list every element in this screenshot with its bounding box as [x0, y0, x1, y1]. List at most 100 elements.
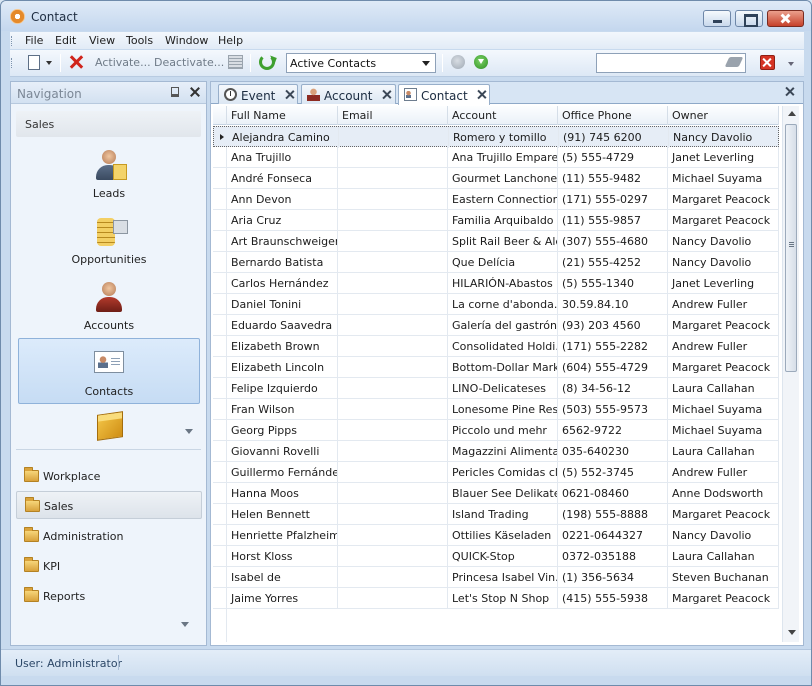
toolbar-overflow-icon[interactable]: [788, 62, 794, 66]
table-row[interactable]: Ann Devon Eastern Connection (171) 555-029…: [213, 189, 779, 210]
close-icon[interactable]: [477, 90, 486, 99]
cell-email[interactable]: [338, 336, 448, 357]
menu-file[interactable]: File: [25, 34, 43, 47]
clear-search-button[interactable]: [760, 55, 775, 70]
cell-owner[interactable]: Andrew Fuller: [668, 336, 779, 357]
cell-account[interactable]: Lonesome Pine Res...: [448, 399, 558, 420]
table-row[interactable]: Guillermo Fernández Pericles Comidas cl..…: [213, 462, 779, 483]
cell-full-name[interactable]: Hanna Moos: [227, 483, 338, 504]
cell-email[interactable]: [338, 252, 448, 273]
cell-owner[interactable]: Laura Callahan: [668, 546, 779, 567]
nav-group-kpi[interactable]: KPI: [16, 552, 202, 580]
scroll-down-icon[interactable]: [788, 630, 796, 635]
menu-edit[interactable]: Edit: [55, 34, 76, 47]
cell-full-name[interactable]: Horst Kloss: [227, 546, 338, 567]
cell-email[interactable]: [338, 210, 448, 231]
cell-office-phone[interactable]: 30.59.84.10: [558, 294, 668, 315]
chevron-down-icon[interactable]: [181, 622, 189, 630]
cell-email[interactable]: [338, 441, 448, 462]
cell-email[interactable]: [338, 504, 448, 525]
cell-account[interactable]: LINO-Delicateses: [448, 378, 558, 399]
table-row[interactable]: Elizabeth Lincoln Bottom-Dollar Mark...(6…: [213, 357, 779, 378]
cell-full-name[interactable]: Carlos Hernández: [227, 273, 338, 294]
table-row[interactable]: Art Braunschweiger Split Rail Beer & Ale(…: [213, 231, 779, 252]
cell-full-name[interactable]: Alejandra Camino: [228, 127, 339, 148]
cell-office-phone[interactable]: 6562-9722: [558, 420, 668, 441]
cell-office-phone[interactable]: (5) 555-1340: [558, 273, 668, 294]
cell-email[interactable]: [339, 127, 449, 148]
cell-full-name[interactable]: Bernardo Batista: [227, 252, 338, 273]
cell-account[interactable]: La corne d'abonda...: [448, 294, 558, 315]
cell-owner[interactable]: Michael Suyama: [668, 420, 779, 441]
cell-office-phone[interactable]: (307) 555-4680: [558, 231, 668, 252]
nav-group-administration[interactable]: Administration: [16, 522, 202, 550]
eraser-icon[interactable]: [724, 57, 744, 67]
cell-office-phone[interactable]: (5) 552-3745: [558, 462, 668, 483]
table-row[interactable]: Carlos Hernández HILARIÓN-Abastos (5) 555-…: [213, 273, 779, 294]
cell-full-name[interactable]: Elizabeth Lincoln: [227, 357, 338, 378]
cell-owner[interactable]: Andrew Fuller: [668, 294, 779, 315]
table-row[interactable]: Daniel Tonini La corne d'abonda... 30.59.8…: [213, 294, 779, 315]
cell-office-phone[interactable]: (503) 555-9573: [558, 399, 668, 420]
cell-office-phone[interactable]: (21) 555-4252: [558, 252, 668, 273]
table-row[interactable]: Fran Wilson Lonesome Pine Res... (503) 555…: [213, 399, 779, 420]
cell-full-name[interactable]: André Fonseca: [227, 168, 338, 189]
cell-full-name[interactable]: Felipe Izquierdo: [227, 378, 338, 399]
minimize-button[interactable]: [703, 10, 731, 27]
cell-full-name[interactable]: Helen Bennett: [227, 504, 338, 525]
cell-office-phone[interactable]: 035-640230: [558, 441, 668, 462]
new-document-icon[interactable]: [28, 55, 40, 70]
column-header-office-phone[interactable]: Office Phone: [558, 106, 668, 125]
tab-contact[interactable]: Contact: [398, 84, 490, 105]
cell-office-phone[interactable]: (171) 555-0297: [558, 189, 668, 210]
activate-button[interactable]: Activate...: [95, 56, 151, 69]
scroll-up-icon[interactable]: [788, 111, 796, 116]
cell-office-phone[interactable]: (604) 555-4729: [558, 357, 668, 378]
cell-account[interactable]: Split Rail Beer & Ale: [448, 231, 558, 252]
close-icon[interactable]: [382, 90, 391, 99]
cell-office-phone[interactable]: (198) 555-8888: [558, 504, 668, 525]
table-row[interactable]: Georg Pipps Piccolo und mehr 6562-9722 Mich…: [213, 420, 779, 441]
nav-group-reports[interactable]: Reports: [16, 582, 202, 610]
maximize-button[interactable]: [735, 10, 763, 27]
table-row[interactable]: Ana Trujillo Ana Trujillo Empare... (5) 55…: [213, 147, 779, 168]
cell-owner[interactable]: Margaret Peacock: [668, 315, 779, 336]
cell-owner[interactable]: Andrew Fuller: [668, 462, 779, 483]
cell-owner[interactable]: Margaret Peacock: [668, 504, 779, 525]
nav-tile-contacts[interactable]: Contacts: [18, 338, 200, 404]
cell-owner[interactable]: Janet Leverling: [668, 147, 779, 168]
table-row[interactable]: Henriette Pfalzheim Ottilies Käseladen 022…: [213, 525, 779, 546]
cell-owner[interactable]: Janet Leverling: [668, 273, 779, 294]
cell-account[interactable]: Princesa Isabel Vin...: [448, 567, 558, 588]
cell-owner[interactable]: Steven Buchanan: [668, 567, 779, 588]
cell-account[interactable]: Consolidated Holdi...: [448, 336, 558, 357]
cell-full-name[interactable]: Guillermo Fernández: [227, 462, 338, 483]
tab-event[interactable]: Event: [218, 84, 298, 104]
column-header-email[interactable]: Email: [338, 106, 448, 125]
delete-icon[interactable]: [68, 54, 84, 70]
previous-record-icon[interactable]: [451, 55, 465, 69]
table-row[interactable]: Helen Bennett Island Trading (198) 555-888…: [213, 504, 779, 525]
cell-office-phone[interactable]: (91) 745 6200: [559, 127, 669, 148]
cell-account[interactable]: Familia Arquibaldo: [448, 210, 558, 231]
nav-group-workplace[interactable]: Workplace: [16, 462, 202, 490]
nav-group-sales[interactable]: Sales: [16, 491, 202, 519]
cell-office-phone[interactable]: (11) 555-9857: [558, 210, 668, 231]
column-header-full-name[interactable]: Full Name: [227, 106, 338, 125]
cell-account[interactable]: Pericles Comidas cl...: [448, 462, 558, 483]
cell-owner[interactable]: Michael Suyama: [668, 168, 779, 189]
cell-account[interactable]: Blauer See Delikate...: [448, 483, 558, 504]
cell-office-phone[interactable]: (1) 356-5634: [558, 567, 668, 588]
cell-owner[interactable]: Nancy Davolio: [668, 231, 779, 252]
cell-full-name[interactable]: Giovanni Rovelli: [227, 441, 338, 462]
cell-email[interactable]: [338, 357, 448, 378]
cell-email[interactable]: [338, 294, 448, 315]
view-select[interactable]: Active Contacts: [286, 53, 436, 73]
table-row[interactable]: Elizabeth Brown Consolidated Holdi... (171…: [213, 336, 779, 357]
column-header-owner[interactable]: Owner: [668, 106, 779, 125]
product-box-icon[interactable]: [97, 411, 123, 441]
menu-grip[interactable]: [11, 36, 14, 46]
new-dropdown-arrow-icon[interactable]: [46, 61, 52, 65]
cell-owner[interactable]: Michael Suyama: [668, 399, 779, 420]
pin-icon[interactable]: [171, 87, 179, 97]
